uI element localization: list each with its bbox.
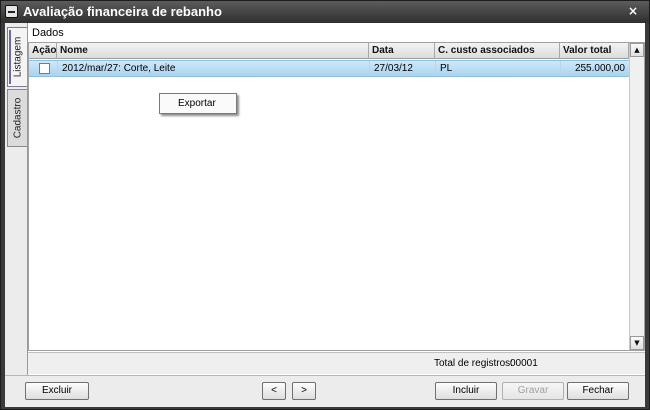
- window-menu-icon[interactable]: [5, 5, 18, 18]
- window-client: Listagem Cadastro Dados Ação Nome Data C…: [5, 23, 645, 407]
- section-label: Dados: [32, 27, 64, 39]
- close-window-button[interactable]: Fechar: [567, 382, 629, 400]
- add-button[interactable]: Incluir: [435, 382, 497, 400]
- delete-button[interactable]: Excluir: [25, 382, 89, 400]
- total-records-label: Total de registros:: [434, 358, 513, 369]
- previous-button[interactable]: <: [262, 382, 286, 400]
- table-row[interactable]: 2012/mar/27: Corte, Leite 27/03/12 PL 25…: [29, 60, 629, 77]
- scroll-up-icon[interactable]: ▲: [630, 43, 644, 57]
- column-header-data[interactable]: Data: [369, 43, 435, 59]
- window-title: Avaliação financeira de rebanho: [23, 4, 222, 19]
- grid-header: Ação Nome Data C. custo associados Valor…: [29, 43, 629, 59]
- vertical-tabs: Listagem Cadastro: [7, 27, 27, 367]
- app-window: Avaliação financeira de rebanho × Listag…: [0, 0, 650, 410]
- scroll-down-icon[interactable]: ▼: [630, 336, 644, 350]
- listing-panel: Dados Ação Nome Data C. custo associados…: [27, 23, 645, 375]
- column-header-custo[interactable]: C. custo associados: [435, 43, 560, 59]
- column-header-acao[interactable]: Ação: [29, 43, 57, 59]
- context-menu: Exportar: [159, 93, 237, 114]
- title-bar[interactable]: Avaliação financeira de rebanho ×: [1, 1, 649, 23]
- button-bar: Excluir < > Incluir Gravar Fechar: [5, 375, 645, 407]
- row-action-checkbox[interactable]: [39, 63, 50, 74]
- menu-item-exportar[interactable]: Exportar: [160, 94, 236, 113]
- save-button[interactable]: Gravar: [502, 382, 564, 400]
- close-button[interactable]: ×: [625, 4, 641, 19]
- next-button[interactable]: >: [292, 382, 316, 400]
- cell-divider: [369, 61, 370, 76]
- column-header-valor[interactable]: Valor total: [560, 43, 629, 59]
- grid-footer: Total de registros: 00001: [28, 352, 645, 374]
- tab-listagem-label: Listagem: [12, 36, 23, 78]
- cell-nome: 2012/mar/27: Corte, Leite: [62, 63, 176, 74]
- vertical-scrollbar[interactable]: ▲ ▼: [629, 43, 644, 350]
- records-grid: Ação Nome Data C. custo associados Valor…: [28, 42, 645, 351]
- tab-cadastro-label: Cadastro: [12, 97, 23, 139]
- cell-data: 27/03/12: [374, 63, 413, 74]
- cell-divider: [435, 61, 436, 76]
- tab-cadastro[interactable]: Cadastro: [7, 89, 27, 147]
- total-records-value: 00001: [510, 358, 538, 369]
- cell-divider: [57, 61, 58, 76]
- tab-listagem[interactable]: Listagem: [7, 27, 27, 87]
- cell-custo: PL: [440, 63, 453, 74]
- column-header-nome[interactable]: Nome: [57, 43, 369, 59]
- cell-valor: 255.000,00: [574, 63, 625, 74]
